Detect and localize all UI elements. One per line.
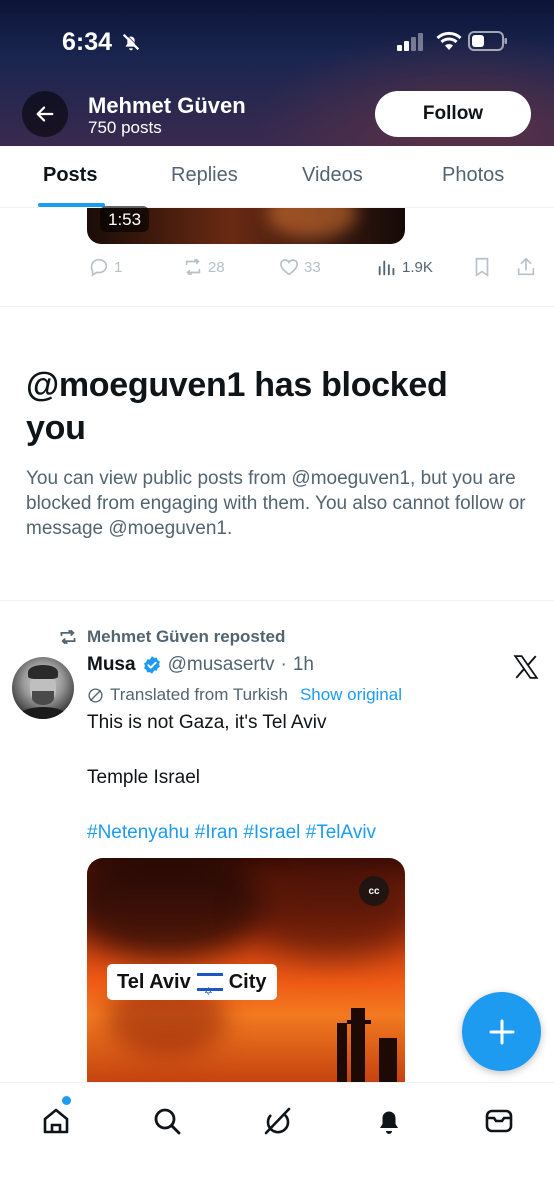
video-overlay-label: Tel Aviv City [107, 964, 277, 1010]
tab-replies[interactable]: Replies [171, 164, 238, 187]
divider [0, 600, 554, 601]
tweet-video[interactable]: cc Tel Aviv City [87, 858, 405, 1082]
home-icon [43, 1108, 69, 1134]
meta-separator: · [280, 654, 287, 675]
plus-icon [489, 1019, 514, 1044]
translated-label: Translated from Turkish [110, 685, 288, 704]
repost-icon [60, 629, 76, 645]
x-logo-icon [513, 655, 539, 679]
views-button[interactable]: 1.9K [376, 256, 433, 278]
nav-search[interactable] [149, 1103, 185, 1139]
nav-messages[interactable] [481, 1103, 517, 1139]
bookmark-button[interactable] [471, 256, 493, 278]
closed-captions-button[interactable]: cc [359, 876, 389, 906]
share-button[interactable] [515, 256, 537, 278]
verified-badge-icon [143, 656, 160, 674]
tweet-text-line: Temple Israel [87, 767, 200, 788]
repost-count: 28 [208, 258, 225, 276]
show-original-link[interactable]: Show original [300, 685, 402, 705]
battery-icon [468, 31, 507, 51]
tweet-author-row: Musa @musasertv · 1h [87, 654, 314, 676]
like-count: 33 [304, 258, 321, 276]
signal-icon [397, 33, 423, 51]
arrow-left-icon [36, 106, 54, 122]
tab-photos[interactable]: Photos [442, 164, 504, 187]
repost-label: Mehmet Güven reposted [87, 627, 286, 646]
previous-post-actions: 1 28 33 1.9K [0, 256, 554, 284]
status-bar: 6:34 [0, 0, 554, 80]
search-icon [154, 1108, 181, 1135]
tab-videos[interactable]: Videos [302, 164, 363, 187]
nav-grok[interactable] [259, 1103, 295, 1139]
profile-name: Mehmet Güven [88, 93, 246, 118]
like-button[interactable]: 33 [278, 256, 321, 278]
overlay-city-suffix: City [228, 971, 267, 993]
notifications-icon [380, 1111, 398, 1134]
translation-row: Translated from Turkish Show original [87, 685, 402, 705]
views-count: 1.9K [402, 258, 433, 276]
tweet-hashtags[interactable]: #Netenyahu #Iran #Israel #TelAviv [87, 822, 376, 844]
tab-active-indicator [38, 203, 105, 207]
reply-button[interactable]: 1 [88, 256, 122, 278]
nav-notifications[interactable] [371, 1103, 407, 1139]
reply-count: 1 [114, 258, 123, 276]
reply-icon [90, 258, 108, 277]
wifi-icon [436, 31, 462, 50]
repost-indicator[interactable]: Mehmet Güven reposted [58, 627, 285, 647]
tweet-text-line: This is not Gaza, it's Tel Aviv [87, 712, 327, 733]
profile-post-count: 750 posts [88, 118, 162, 137]
grok-icon [264, 1107, 291, 1135]
repost-icon [185, 258, 201, 276]
tab-posts[interactable]: Posts [43, 164, 97, 187]
status-time: 6:34 [62, 28, 113, 56]
messages-icon [485, 1109, 513, 1133]
follow-button[interactable]: Follow [375, 91, 531, 137]
views-icon [378, 260, 395, 276]
bookmark-icon [475, 257, 489, 277]
israel-flag-icon [196, 973, 223, 1010]
author-handle[interactable]: @musasertv [168, 654, 275, 676]
bell-off-icon [122, 33, 140, 51]
author-name[interactable]: Musa [87, 654, 136, 676]
profile-header: 6:34 Mehmet Güven 750 posts Follow [0, 0, 554, 146]
divider [0, 306, 554, 307]
tweet-time: 1h [292, 654, 314, 675]
bottom-navigation [0, 1082, 554, 1200]
video-duration-badge: 1:53 [100, 206, 150, 232]
translate-icon [88, 687, 103, 703]
heart-icon [279, 259, 299, 276]
home-notification-dot [62, 1096, 71, 1105]
compose-button[interactable] [462, 992, 541, 1071]
share-icon [517, 257, 535, 276]
blocked-description: You can view public posts from @moeguven… [26, 468, 526, 539]
nav-home[interactable] [38, 1103, 74, 1139]
profile-tabs: Posts Replies Videos Photos [0, 146, 554, 208]
back-button[interactable] [22, 91, 68, 137]
avatar[interactable] [12, 657, 74, 719]
repost-button[interactable]: 28 [182, 256, 225, 278]
overlay-city: Tel Aviv [117, 971, 191, 993]
blocked-title: @moeguven1 has blocked you [26, 366, 448, 447]
